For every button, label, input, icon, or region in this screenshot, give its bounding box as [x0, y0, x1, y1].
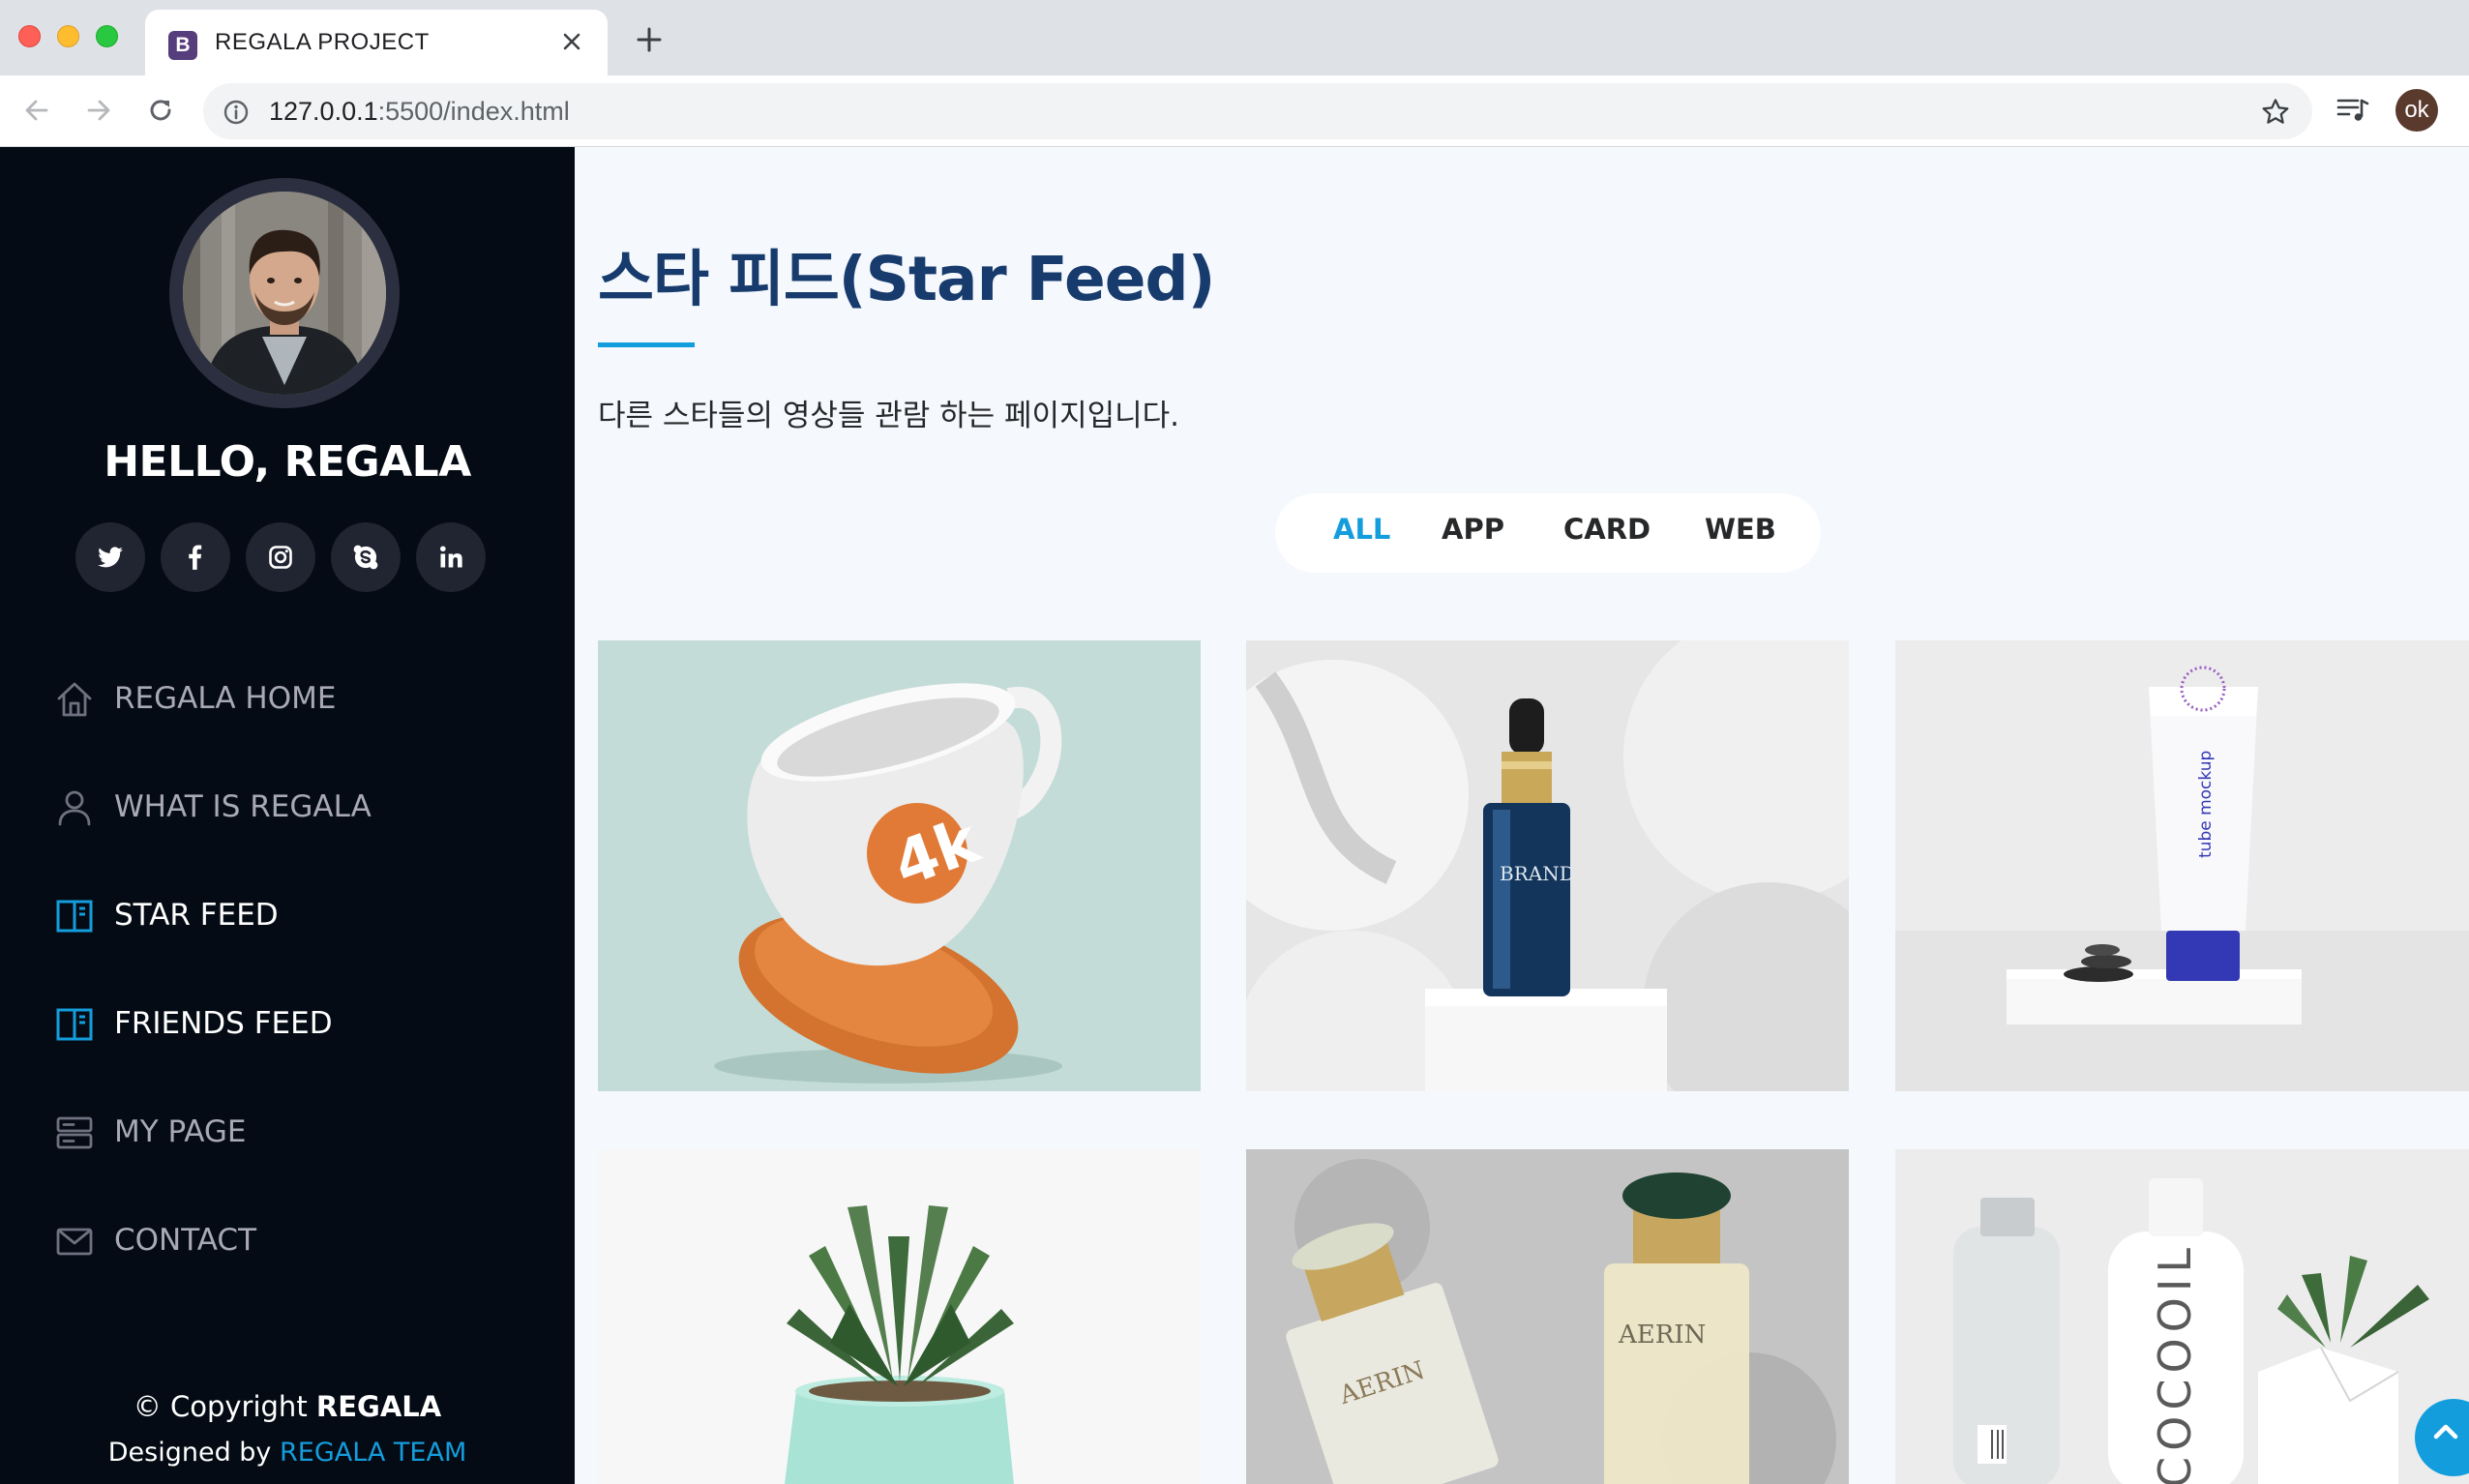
- nav-label: FRIENDS FEED: [114, 1006, 333, 1041]
- portfolio-item-tube[interactable]: tube mockup: [1895, 640, 2469, 1091]
- filter-all[interactable]: ALL: [1333, 513, 1390, 546]
- designed-by: Designed by REGALA TEAM: [0, 1438, 575, 1468]
- envelope-icon: [56, 1228, 93, 1256]
- profile-photo: [169, 178, 400, 408]
- nav-label: STAR FEED: [114, 898, 279, 933]
- nav-label: WHAT IS REGALA: [114, 789, 372, 824]
- copyright-prefix: © Copyright: [133, 1390, 316, 1423]
- nav-label: CONTACT: [114, 1223, 257, 1258]
- serum-label-text: BRAND: [1500, 862, 1575, 885]
- sidebar: HELLO, REGALA REGALA HOME WHAT IS REGALA…: [0, 147, 575, 1484]
- nav-item-star-feed[interactable]: STAR FEED: [54, 886, 538, 944]
- instagram-link[interactable]: [246, 522, 315, 592]
- chevron-up-icon: [2433, 1424, 2458, 1439]
- skype-link[interactable]: [331, 522, 401, 592]
- copyright-brand: REGALA: [315, 1390, 442, 1423]
- browser-toolbar: 127.0.0.1:5500/index.html: [0, 75, 2469, 147]
- portfolio-item-plant[interactable]: [598, 1149, 1201, 1484]
- url-host: 127.0.0.1: [269, 97, 378, 126]
- browser-tab-bar: B REGALA PROJECT: [0, 0, 2469, 75]
- nav-item-what-is-regala[interactable]: WHAT IS REGALA: [54, 778, 538, 836]
- window-maximize-button[interactable]: [96, 25, 118, 47]
- portfolio-item-serum[interactable]: BRAND: [1246, 640, 1849, 1091]
- filter-card[interactable]: CARD: [1563, 513, 1651, 546]
- linkedin-link[interactable]: [416, 522, 486, 592]
- page-title: 스타 피드(Star Feed): [598, 244, 1215, 314]
- tab-close-icon[interactable]: [557, 27, 586, 56]
- browser-tab[interactable]: B REGALA PROJECT: [145, 10, 608, 75]
- profile-avatar[interactable]: ok: [2395, 89, 2438, 132]
- nav-item-contact[interactable]: CONTACT: [54, 1211, 538, 1269]
- address-bar[interactable]: 127.0.0.1:5500/index.html: [203, 83, 2312, 139]
- twitter-link[interactable]: [75, 522, 145, 592]
- greeting-title: HELLO, REGALA: [104, 437, 471, 487]
- user-icon: [58, 790, 91, 826]
- page-subtitle: 다른 스타들의 영상들 관람 하는 페이지입니다.: [598, 399, 1180, 433]
- home-icon: [57, 682, 92, 717]
- nav-item-my-page[interactable]: MY PAGE: [54, 1103, 538, 1161]
- facebook-icon: [189, 545, 202, 570]
- book-icon: [56, 900, 93, 933]
- portfolio-item-bottles[interactable]: COCOOIL: [1895, 1149, 2469, 1484]
- bookmark-star-icon[interactable]: [2260, 97, 2291, 128]
- book-icon: [56, 1008, 93, 1041]
- portfolio-item-perfume[interactable]: AERIN AERIN: [1246, 1149, 1849, 1484]
- window-close-button[interactable]: [18, 25, 41, 47]
- tube-label-text: tube mockup: [2196, 751, 2216, 858]
- portfolio-item-mug[interactable]: 4k: [598, 640, 1201, 1091]
- designed-by-link[interactable]: REGALA TEAM: [280, 1438, 466, 1468]
- bottle-label-text: COCOOIL: [2149, 1242, 2201, 1484]
- new-tab-icon[interactable]: [635, 25, 664, 54]
- facebook-link[interactable]: [161, 522, 230, 592]
- url-text[interactable]: 127.0.0.1:5500/index.html: [269, 97, 570, 127]
- main-content: 스타 피드(Star Feed) 다른 스타들의 영상들 관람 하는 페이지입니…: [575, 147, 2469, 1484]
- linkedin-icon: [440, 546, 462, 568]
- site-info-icon[interactable]: [223, 99, 250, 126]
- twitter-icon: [98, 547, 123, 568]
- perfume-label-text-2: AERIN: [1618, 1321, 1706, 1350]
- social-links: [75, 522, 501, 592]
- nav-item-regala-home[interactable]: REGALA HOME: [54, 669, 538, 727]
- skype-icon: [353, 545, 378, 570]
- url-path: :5500/index.html: [377, 97, 570, 126]
- title-underline: [598, 342, 695, 347]
- bootstrap-favicon-icon: B: [168, 31, 197, 60]
- designed-prefix: Designed by: [107, 1438, 280, 1468]
- server-icon: [56, 1116, 93, 1149]
- reload-icon[interactable]: [143, 93, 178, 128]
- tab-title: REGALA PROJECT: [215, 29, 430, 55]
- copyright: © Copyright REGALA: [0, 1390, 575, 1423]
- nav-label: REGALA HOME: [114, 681, 337, 716]
- nav-item-friends-feed[interactable]: FRIENDS FEED: [54, 994, 538, 1053]
- window-minimize-button[interactable]: [57, 25, 79, 47]
- media-controls-icon[interactable]: [2335, 93, 2370, 128]
- back-arrow-icon[interactable]: [19, 93, 54, 128]
- filter-app[interactable]: APP: [1442, 513, 1504, 546]
- instagram-icon: [269, 546, 292, 569]
- nav-label: MY PAGE: [114, 1114, 247, 1149]
- forward-arrow-icon[interactable]: [81, 93, 116, 128]
- filter-web[interactable]: WEB: [1705, 513, 1776, 546]
- portfolio-filters: ALL APP CARD WEB: [1275, 493, 1821, 573]
